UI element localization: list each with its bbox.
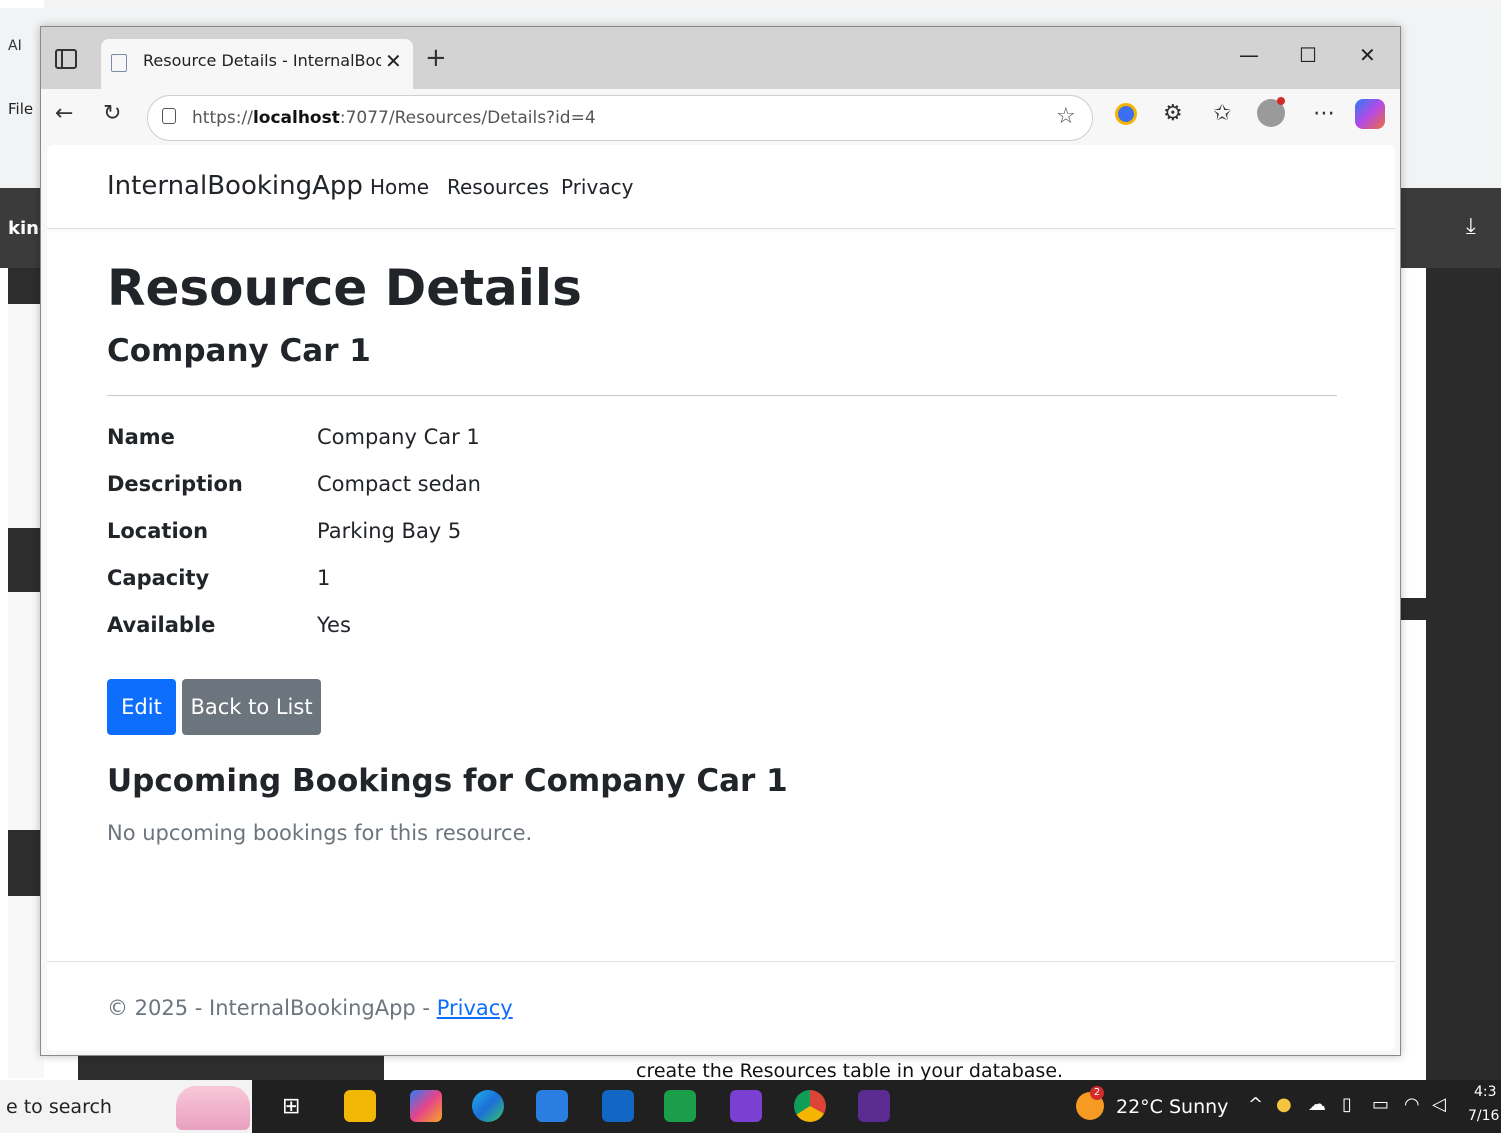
copilot-app-icon[interactable] [410, 1090, 442, 1122]
detail-label-available: Available [107, 613, 216, 637]
task-view-icon[interactable]: ⊞ [282, 1094, 300, 1119]
background-left-block [8, 528, 44, 592]
battery-icon[interactable]: ▭ [1372, 1094, 1389, 1115]
taskbar-search[interactable]: e to search [0, 1080, 252, 1133]
detail-label-location: Location [107, 519, 209, 543]
weather-badge: 2 [1090, 1086, 1104, 1100]
divider [107, 395, 1337, 396]
back-arrow-icon[interactable]: ← [55, 101, 73, 126]
resource-name-heading: Company Car 1 [107, 333, 371, 369]
background-bottom-dark [78, 1056, 384, 1080]
chrome-icon[interactable] [794, 1090, 826, 1122]
more-menu-icon[interactable]: ⋯ [1313, 101, 1335, 126]
profile-avatar[interactable] [1257, 97, 1285, 127]
qc-app-icon[interactable] [664, 1090, 696, 1122]
address-bar[interactable]: https://localhost:7077/Resources/Details… [147, 95, 1093, 141]
close-tab-icon[interactable]: ✕ [385, 49, 402, 73]
search-highlight-art [176, 1086, 250, 1130]
nav-link-home[interactable]: Home [370, 175, 429, 199]
url-text: https://localhost:7077/Resources/Details… [192, 108, 596, 128]
detail-value-name: Company Car 1 [317, 425, 480, 449]
tab-strip: Resource Details - InternalBookingApp ✕ … [41, 27, 1400, 89]
terminal-icon[interactable] [858, 1090, 890, 1122]
clock-time[interactable]: 4:3 [1474, 1084, 1497, 1100]
upcoming-bookings-heading: Upcoming Bookings for Company Car 1 [107, 763, 788, 799]
detail-value-location: Parking Bay 5 [317, 519, 462, 543]
background-right-card [1400, 620, 1426, 1080]
tray-app-icon[interactable]: ● [1276, 1094, 1292, 1115]
download-icon[interactable]: ⤓ [1466, 214, 1476, 239]
browser-toolbar: ← ↻ https://localhost:7077/Resources/Det… [41, 89, 1400, 147]
navbar-brand[interactable]: InternalBookingApp [107, 171, 363, 201]
device-icon[interactable]: ▯ [1342, 1094, 1352, 1115]
page-viewport: InternalBookingApp Home Resources Privac… [47, 145, 1395, 1051]
background-file-menu[interactable]: File [8, 100, 33, 118]
weather-text[interactable]: 22°C Sunny [1116, 1096, 1228, 1118]
back-to-list-button[interactable]: Back to List [182, 679, 321, 735]
detail-value-capacity: 1 [317, 566, 331, 590]
detail-value-description: Compact sedan [317, 472, 481, 496]
copilot-icon[interactable] [1355, 99, 1385, 129]
detail-value-available: Yes [317, 613, 351, 637]
footer-privacy-link[interactable]: Privacy [437, 996, 513, 1020]
store-icon[interactable] [536, 1090, 568, 1122]
detail-label-name: Name [107, 425, 175, 449]
visual-studio-icon[interactable] [730, 1090, 762, 1122]
page-favicon-icon [111, 54, 127, 72]
page-title: Resource Details [107, 259, 582, 317]
extension-icon[interactable] [1115, 103, 1137, 125]
favorite-star-icon[interactable]: ☆ [1056, 104, 1076, 129]
background-right-card [1400, 268, 1426, 598]
volume-icon[interactable]: ◁ [1432, 1094, 1446, 1115]
browser-window: Resource Details - InternalBookingApp ✕ … [40, 26, 1401, 1056]
close-window-icon[interactable]: ✕ [1359, 43, 1376, 67]
detail-label-description: Description [107, 472, 243, 496]
detail-label-capacity: Capacity [107, 566, 210, 590]
lock-icon[interactable] [162, 108, 176, 124]
minimize-icon[interactable]: — [1239, 43, 1259, 67]
background-left-block [8, 830, 44, 896]
navbar: InternalBookingApp Home Resources Privac… [47, 145, 1395, 229]
background-bottom-text: create the Resources table in your datab… [636, 1060, 1064, 1082]
no-bookings-message: No upcoming bookings for this resource. [107, 821, 533, 845]
background-left-block [8, 268, 44, 304]
outlook-icon[interactable] [602, 1090, 634, 1122]
nav-link-resources[interactable]: Resources [447, 175, 549, 199]
onedrive-icon[interactable]: ☁ [1308, 1094, 1326, 1115]
file-explorer-icon[interactable] [344, 1090, 376, 1122]
edit-button[interactable]: Edit [107, 679, 176, 735]
tab-title: Resource Details - InternalBookingApp [143, 51, 381, 70]
refresh-icon[interactable]: ↻ [103, 101, 121, 126]
background-app-title: AI [8, 38, 22, 54]
wifi-icon[interactable]: ◠ [1404, 1094, 1420, 1115]
search-placeholder: e to search [6, 1096, 112, 1118]
taskbar: e to search ⊞ 2 22°C Sunny ^ ● ☁ ▯ ▭ ◠ ◁… [0, 1080, 1501, 1133]
page-footer: © 2025 - InternalBookingApp - Privacy [47, 961, 1395, 1051]
favorites-icon[interactable]: ✩ [1213, 101, 1231, 126]
maximize-icon[interactable]: ☐ [1299, 43, 1317, 67]
tray-chevron-icon[interactable]: ^ [1248, 1094, 1263, 1115]
edge-browser-icon[interactable] [472, 1090, 504, 1122]
nav-link-privacy[interactable]: Privacy [561, 175, 633, 199]
footer-text: © 2025 - InternalBookingApp - Privacy [107, 996, 513, 1020]
background-left-thumbnails [8, 268, 44, 1078]
extensions-puzzle-icon[interactable]: ⚙ [1163, 101, 1183, 126]
clock-date[interactable]: 7/16 [1468, 1108, 1499, 1124]
browser-tab[interactable]: Resource Details - InternalBookingApp ✕ [101, 39, 413, 89]
tab-actions-icon[interactable] [55, 49, 77, 69]
new-tab-icon[interactable]: + [425, 43, 447, 73]
